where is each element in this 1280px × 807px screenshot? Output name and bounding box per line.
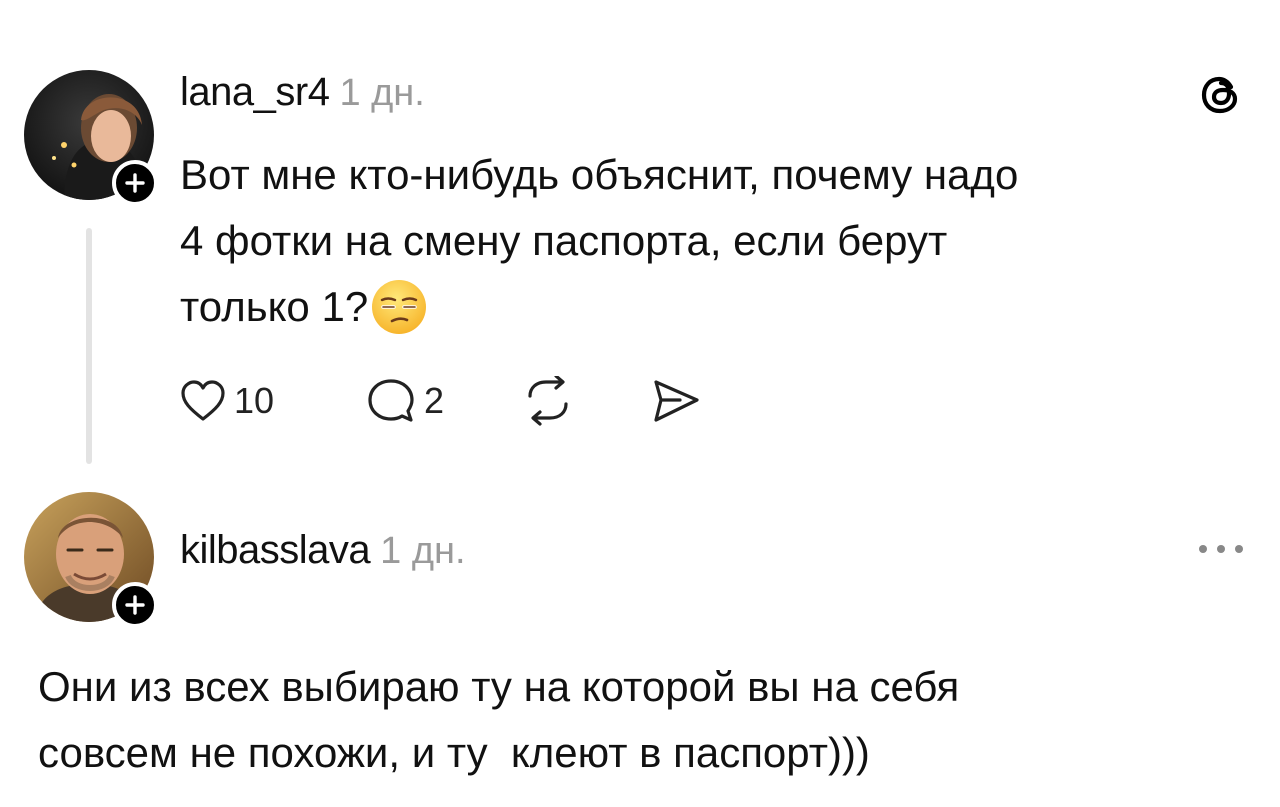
username-lana[interactable]: lana_sr4 — [180, 70, 330, 115]
follow-button-lana[interactable] — [112, 160, 158, 206]
thread-line — [86, 228, 92, 464]
unamused-face-emoji — [370, 278, 428, 336]
share-button[interactable] — [650, 376, 702, 426]
follow-button-kilbasslava[interactable] — [112, 582, 158, 628]
post-text-line: Вот мне кто-нибудь объяснит, почему надо — [180, 151, 1019, 198]
post-text-line: только 1? — [180, 274, 1260, 340]
repost-icon — [528, 374, 568, 426]
plus-icon — [125, 595, 145, 615]
reply-text-line: совсем не похожи, и ту клеют в паспорт))… — [38, 729, 870, 776]
reply-text-line: Они из всех выбираю ту на которой вы на … — [38, 663, 960, 710]
like-button[interactable]: 10 — [180, 376, 274, 426]
reply-time: 1 дн. — [380, 530, 466, 572]
share-icon — [654, 380, 699, 422]
post-text-line-3: только 1? — [180, 283, 369, 330]
post-time: 1 дн. — [339, 72, 425, 114]
reply-count: 2 — [424, 380, 445, 421]
heart-icon — [181, 380, 225, 421]
more-button[interactable] — [1196, 534, 1246, 564]
threads-logo-icon[interactable] — [1198, 72, 1244, 118]
reply-header: kilbasslava 1 дн. — [180, 528, 466, 578]
post-header: lana_sr4 1 дн. — [180, 70, 425, 120]
post-text-line: 4 фотки на смену паспорта, если берут — [180, 217, 948, 264]
reply-text: Они из всех выбираю ту на которой вы на … — [38, 654, 1258, 786]
plus-icon — [125, 173, 145, 193]
post-text: Вот мне кто-нибудь объяснит, почему надо… — [180, 142, 1260, 340]
more-icon — [1199, 545, 1243, 553]
reply-button[interactable]: 2 — [366, 376, 444, 426]
repost-button[interactable] — [522, 374, 574, 426]
like-count: 10 — [234, 380, 275, 421]
username-kilbasslava[interactable]: kilbasslava — [180, 528, 371, 573]
comment-icon — [368, 379, 414, 422]
